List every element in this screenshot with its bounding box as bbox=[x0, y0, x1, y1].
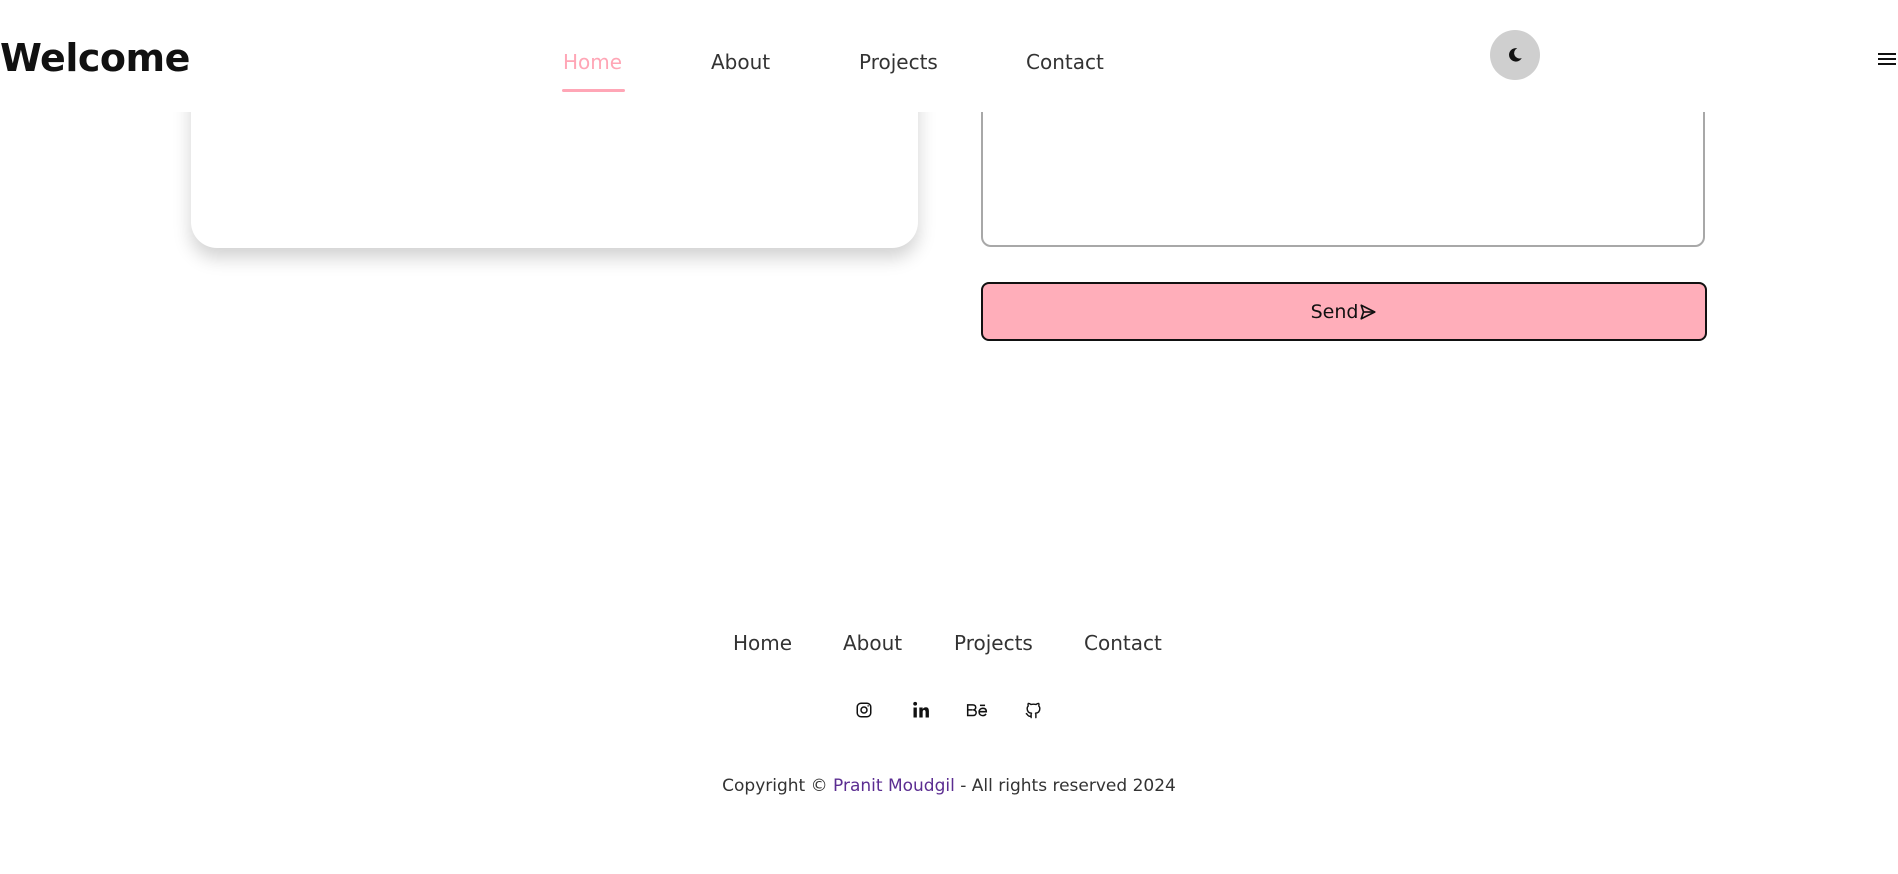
footer-link-projects[interactable]: Projects bbox=[954, 631, 1033, 655]
site-brand: Welcome bbox=[0, 36, 190, 80]
github-link[interactable] bbox=[1021, 698, 1045, 722]
nav-link-about[interactable]: About bbox=[711, 50, 770, 74]
copyright-text: Copyright © Pranit Moudgil - All rights … bbox=[0, 776, 1898, 796]
footer-link-contact[interactable]: Contact bbox=[1084, 631, 1162, 655]
author-link[interactable]: Pranit Moudgil bbox=[833, 776, 955, 796]
nav-link-home[interactable]: Home bbox=[563, 50, 622, 74]
behance-link[interactable] bbox=[965, 698, 989, 722]
theme-toggle-button[interactable] bbox=[1490, 30, 1540, 80]
send-button[interactable]: Send bbox=[981, 282, 1707, 341]
footer-link-home[interactable]: Home bbox=[733, 631, 792, 655]
copyright-suffix: - All rights reserved 2024 bbox=[960, 776, 1176, 796]
behance-icon bbox=[966, 704, 988, 717]
linkedin-link[interactable] bbox=[909, 698, 933, 722]
github-icon bbox=[1025, 702, 1041, 718]
copyright-prefix: Copyright © bbox=[722, 776, 828, 796]
hamburger-icon[interactable] bbox=[1878, 52, 1896, 66]
nav-link-projects[interactable]: Projects bbox=[859, 50, 938, 74]
send-icon bbox=[1360, 303, 1376, 320]
site-header: Welcome Home About Projects Contact bbox=[0, 0, 1898, 112]
nav-link-contact[interactable]: Contact bbox=[1026, 50, 1104, 74]
linkedin-icon bbox=[913, 701, 929, 718]
active-nav-indicator bbox=[562, 89, 625, 92]
footer-link-about[interactable]: About bbox=[843, 631, 902, 655]
instagram-link[interactable] bbox=[852, 698, 876, 722]
send-button-label: Send bbox=[1310, 300, 1359, 323]
moon-icon bbox=[1509, 48, 1522, 62]
instagram-icon bbox=[856, 702, 872, 718]
